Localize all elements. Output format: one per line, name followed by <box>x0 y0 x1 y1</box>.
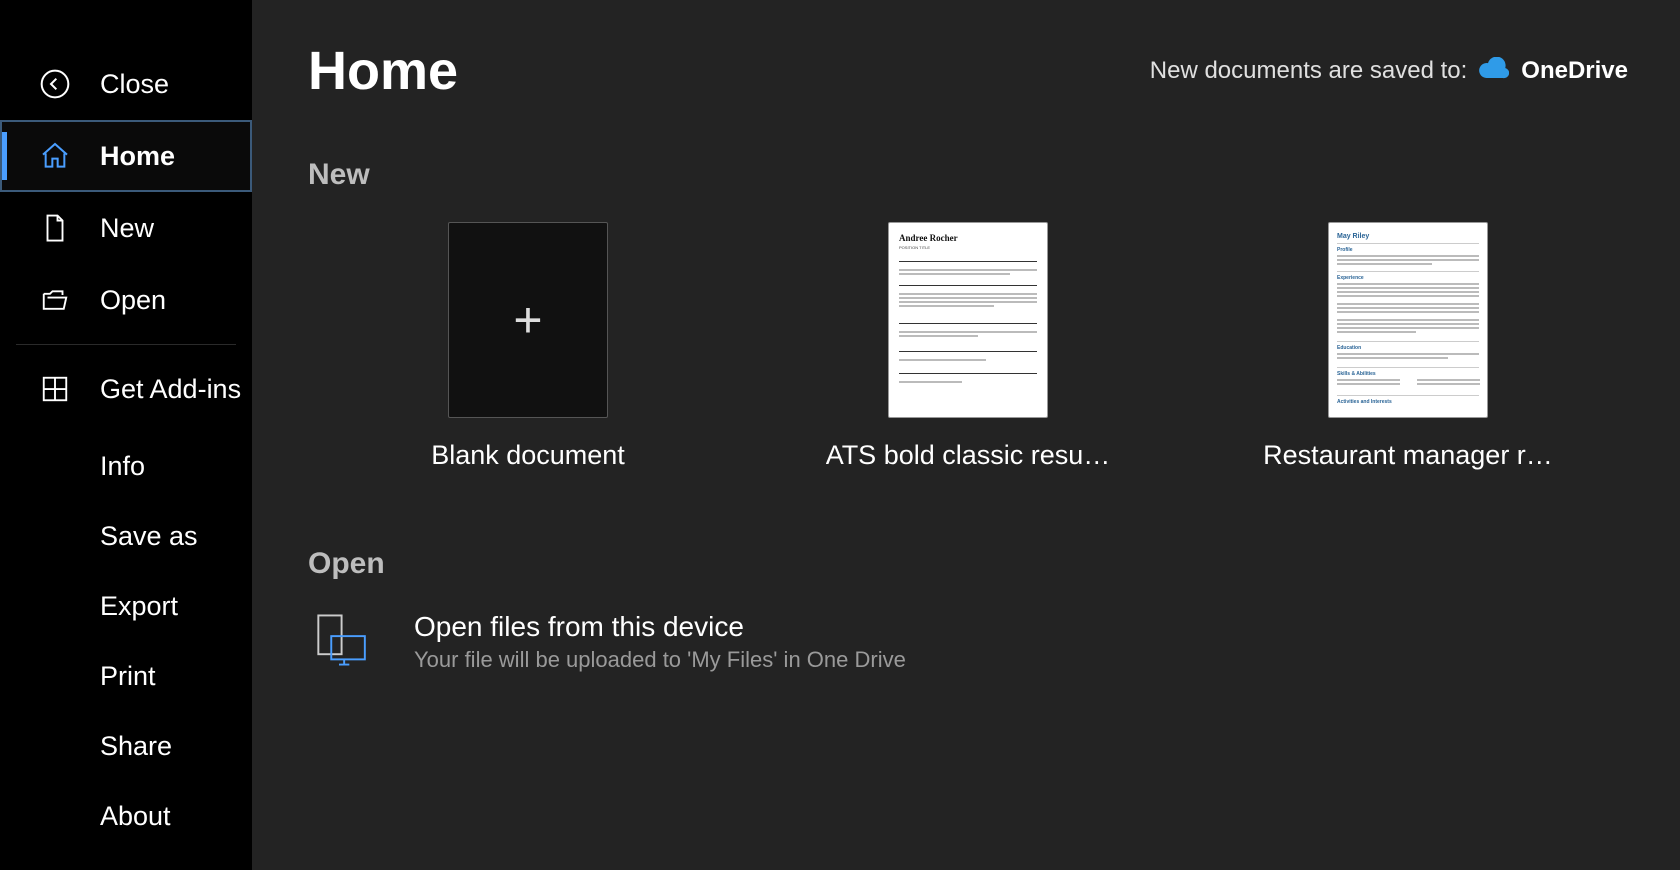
template-ats-resume[interactable]: Andree Rocher POSITION TITLE <box>748 222 1188 471</box>
home-icon <box>38 140 72 172</box>
section-open-title: Open <box>308 547 1628 581</box>
folder-open-icon <box>38 285 72 315</box>
template-blank-thumb: + <box>448 222 608 418</box>
open-from-device[interactable]: Open files from this device Your file wi… <box>308 611 1628 673</box>
arrow-left-circle-icon <box>38 68 72 100</box>
backstage-sidebar: Close Home New Open Get Add-ins <box>0 0 252 870</box>
cloud-icon <box>1479 57 1509 86</box>
template-ats-label: ATS bold classic resu… <box>826 440 1111 471</box>
document-icon <box>38 213 72 243</box>
nav-new[interactable]: New <box>0 192 252 264</box>
templates-row: + Blank document Andree Rocher POSITION … <box>308 222 1628 471</box>
nav-info[interactable]: Info <box>0 431 252 501</box>
nav-addins-label: Get Add-ins <box>100 374 241 405</box>
open-from-device-title: Open files from this device <box>414 611 906 643</box>
page-title: Home <box>308 40 458 102</box>
nav-close[interactable]: Close <box>0 48 252 120</box>
nav-open[interactable]: Open <box>0 264 252 336</box>
template-blank[interactable]: + Blank document <box>308 222 748 471</box>
this-device-icon <box>308 612 370 673</box>
nav-home-label: Home <box>100 141 175 172</box>
nav-divider <box>16 344 236 345</box>
nav-export[interactable]: Export <box>0 571 252 641</box>
template-restaurant-resume[interactable]: May Riley Profile Experience <box>1188 222 1628 471</box>
open-from-device-text: Open files from this device Your file wi… <box>414 611 906 673</box>
nav-home[interactable]: Home <box>0 120 252 192</box>
section-new-title: New <box>308 158 1628 192</box>
nav-about[interactable]: About <box>0 781 252 851</box>
nav-share[interactable]: Share <box>0 711 252 781</box>
nav-close-label: Close <box>100 69 169 100</box>
template-ats-thumb: Andree Rocher POSITION TITLE <box>888 222 1048 418</box>
save-destination[interactable]: New documents are saved to: OneDrive <box>1150 57 1628 86</box>
nav-saveas[interactable]: Save as <box>0 501 252 571</box>
open-from-device-subtitle: Your file will be uploaded to 'My Files'… <box>414 647 906 673</box>
nav-open-label: Open <box>100 285 166 316</box>
nav-new-label: New <box>100 213 154 244</box>
nav-addins[interactable]: Get Add-ins <box>0 353 252 425</box>
template-restaurant-thumb: May Riley Profile Experience <box>1328 222 1488 418</box>
save-destination-target: OneDrive <box>1521 57 1628 85</box>
nav-print[interactable]: Print <box>0 641 252 711</box>
template-blank-label: Blank document <box>431 440 625 471</box>
plus-icon: + <box>513 291 542 349</box>
save-destination-label: New documents are saved to: <box>1150 57 1468 85</box>
main-panel: Home New documents are saved to: OneDriv… <box>252 0 1680 870</box>
template-restaurant-label: Restaurant manager r… <box>1263 440 1553 471</box>
grid-icon <box>38 374 72 404</box>
